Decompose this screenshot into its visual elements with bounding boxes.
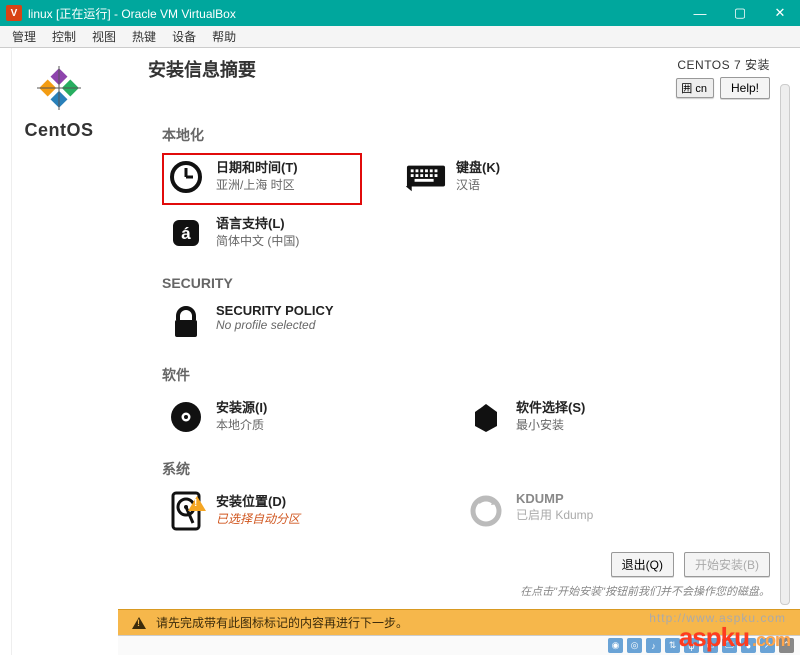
page-title: 安装信息摘要 [148, 56, 256, 82]
swselect-title: 软件选择(S) [516, 397, 585, 416]
keyboard-layout-indicator[interactable]: 囲 cn [676, 78, 714, 98]
spoke-language[interactable]: á 语言支持(L) 简体中文 (中国) [162, 209, 422, 257]
maximize-button[interactable]: ▢ [720, 0, 760, 26]
source-sub: 本地介质 [216, 416, 267, 433]
menu-control[interactable]: 控制 [46, 26, 82, 47]
vb-statusbar: ◉ ◎ ♪ ⇅ ψ ▭ 🖵 ● ↗ ⌃ [118, 635, 800, 655]
section-software: 软件 [162, 365, 770, 385]
menu-view[interactable]: 视图 [86, 26, 122, 47]
kdump-sub: 已启用 Kdump [516, 506, 593, 523]
left-edge-crop [0, 48, 12, 655]
clock-icon [166, 157, 206, 197]
source-title: 安装源(I) [216, 397, 267, 416]
warning-banner: 请先完成带有此图标标记的内容再进行下一步。 [118, 609, 800, 635]
section-security: SECURITY [162, 275, 770, 291]
status-usb-icon[interactable]: ψ [684, 638, 699, 653]
status-hostkey-icon[interactable]: ⌃ [779, 638, 794, 653]
warning-banner-text: 请先完成带有此图标标记的内容再进行下一步。 [156, 614, 408, 631]
spoke-datetime[interactable]: 日期和时间(T) 亚洲/上海 时区 [162, 153, 362, 205]
keyboard-icon [406, 157, 446, 197]
status-mouse-icon[interactable]: ↗ [760, 638, 775, 653]
warning-overlay-icon [188, 496, 206, 511]
status-shared-icon[interactable]: ▭ [703, 638, 718, 653]
spoke-kdump[interactable]: KDUMP 已启用 Kdump [462, 487, 722, 535]
swselect-sub: 最小安装 [516, 416, 585, 433]
security-sub: No profile selected [216, 318, 334, 332]
status-record-icon[interactable]: ● [741, 638, 756, 653]
package-icon [466, 397, 506, 437]
kdump-refresh-icon [466, 491, 506, 531]
spoke-install-destination[interactable]: 安装位置(D) 已选择自动分区 [162, 487, 422, 535]
begin-install-button[interactable]: 开始安装(B) [684, 552, 770, 577]
menu-manage[interactable]: 管理 [6, 26, 42, 47]
security-title: SECURITY POLICY [216, 303, 334, 318]
language-icon: á [166, 213, 206, 253]
spoke-security-policy[interactable]: SECURITY POLICY No profile selected [162, 299, 422, 347]
section-localization: 本地化 [162, 125, 770, 145]
vb-app-icon: V [6, 5, 22, 21]
scrollbar[interactable] [780, 84, 790, 605]
status-net-icon[interactable]: ⇅ [665, 638, 680, 653]
language-title: 语言支持(L) [216, 213, 299, 232]
quit-button[interactable]: 退出(Q) [611, 552, 674, 577]
status-hdd-icon[interactable]: ◉ [608, 638, 623, 653]
spoke-software-selection[interactable]: 软件选择(S) 最小安装 [462, 393, 722, 441]
status-disc-icon[interactable]: ◎ [627, 638, 642, 653]
datetime-title: 日期和时间(T) [216, 157, 298, 176]
status-display-icon[interactable]: 🖵 [722, 638, 737, 653]
help-button[interactable]: Help! [720, 77, 770, 99]
centos-logo-icon [31, 60, 87, 116]
begin-install-hint: 在点击"开始安装"按钮前我们并不会操作您的磁盘。 [520, 583, 770, 599]
disc-icon [166, 397, 206, 437]
vb-window-title: linux [正在运行] - Oracle VM VirtualBox [28, 5, 236, 22]
status-audio-icon[interactable]: ♪ [646, 638, 661, 653]
svg-text:á: á [181, 224, 191, 243]
warning-triangle-icon [132, 617, 146, 629]
vb-titlebar: V linux [正在运行] - Oracle VM VirtualBox — … [0, 0, 800, 26]
vb-menubar: 管理 控制 视图 热键 设备 帮助 [0, 26, 800, 48]
menu-hotkeys[interactable]: 热键 [126, 26, 162, 47]
minimize-button[interactable]: — [680, 0, 720, 26]
close-button[interactable]: ✕ [760, 0, 800, 26]
menu-help[interactable]: 帮助 [206, 26, 242, 47]
menu-devices[interactable]: 设备 [166, 26, 202, 47]
kdump-title: KDUMP [516, 491, 593, 506]
keyboard-title: 键盘(K) [456, 157, 500, 176]
spoke-install-source[interactable]: 安装源(I) 本地介质 [162, 393, 422, 441]
section-system: 系统 [162, 459, 770, 479]
distro-label: CENTOS 7 安装 [676, 56, 770, 73]
sidebar: CentOS [0, 48, 118, 655]
harddisk-icon [166, 491, 206, 531]
language-sub: 简体中文 (中国) [216, 232, 299, 249]
centos-brand-text: CentOS [24, 120, 93, 141]
spoke-keyboard[interactable]: 键盘(K) 汉语 [402, 153, 662, 205]
dest-sub: 已选择自动分区 [216, 510, 300, 527]
keyboard-sub: 汉语 [456, 176, 500, 193]
datetime-sub: 亚洲/上海 时区 [216, 176, 298, 193]
lock-icon [166, 303, 206, 343]
dest-title: 安装位置(D) [216, 491, 300, 510]
